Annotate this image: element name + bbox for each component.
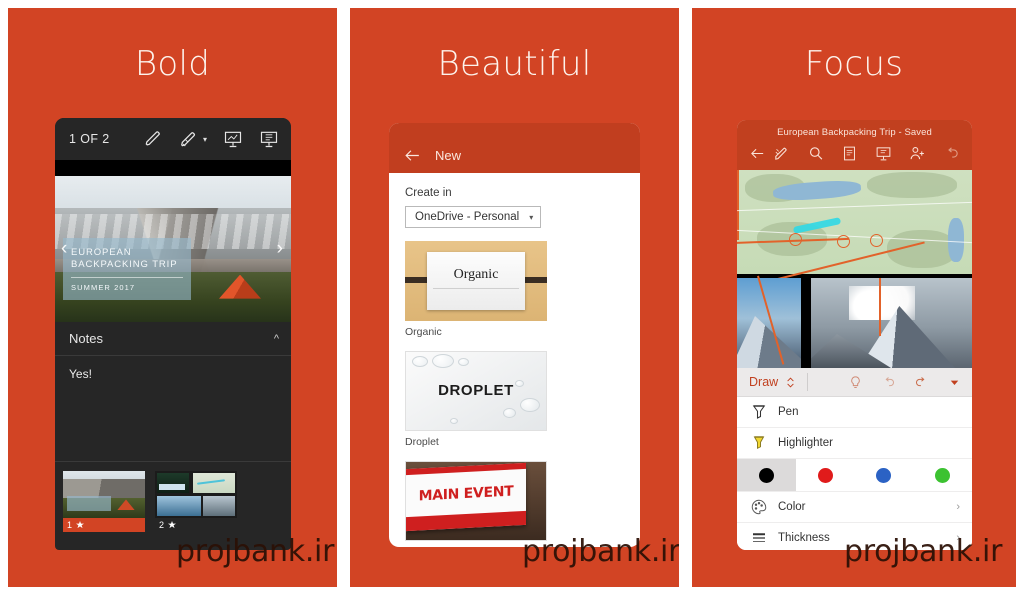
draw-pen-icon[interactable] — [773, 145, 790, 162]
lightbulb-icon[interactable] — [848, 375, 863, 390]
slide-title-line-2: BACKPACKING TRIP — [71, 259, 178, 270]
chevron-right-icon[interactable]: › — [956, 501, 960, 513]
slide-map-image — [737, 170, 972, 285]
slide-photo-left — [737, 278, 801, 368]
template-card-organic[interactable]: Organic Organic — [405, 241, 624, 338]
template-name: Organic — [405, 326, 442, 338]
present-icon[interactable] — [875, 145, 892, 162]
watermark-text: projbank.ir — [522, 534, 679, 569]
template-preview-text: Organic — [453, 267, 499, 282]
undo-icon[interactable] — [943, 145, 960, 162]
create-in-value: OneDrive - Personal — [415, 211, 520, 223]
slide-canvas[interactable]: EUROPEAN BACKPACKING TRIP SUMMER 2017 ‹ … — [55, 176, 291, 322]
create-in-select[interactable]: OneDrive - Personal ▾ — [405, 206, 542, 228]
chevron-up-icon[interactable]: ^ — [274, 333, 279, 345]
slide-counter: 1 OF 2 — [69, 132, 110, 146]
menu-item-label: Thickness — [778, 532, 830, 544]
template-preview-text: MAIN EVENT — [418, 483, 514, 505]
template-preview-organic: Organic — [405, 241, 547, 321]
thumbnail-number: 2 — [159, 520, 165, 530]
notes-icon[interactable] — [841, 145, 858, 162]
notes-header[interactable]: Notes ^ — [55, 322, 291, 356]
pen-icon[interactable] — [143, 129, 163, 149]
star-icon — [76, 521, 85, 529]
slide-subtitle: SUMMER 2017 — [71, 283, 136, 292]
star-icon — [168, 521, 177, 529]
draw-ribbon: Draw — [737, 368, 972, 397]
undo-icon[interactable] — [881, 375, 896, 390]
title-divider — [71, 277, 183, 278]
color-swatch-blue[interactable] — [855, 459, 914, 491]
highlighter-icon — [750, 434, 768, 452]
pen-tip-icon — [750, 403, 768, 421]
panel-heading-beautiful: Beautiful — [437, 44, 592, 84]
thickness-lines-icon — [750, 529, 768, 547]
slide-title-block: EUROPEAN BACKPACKING TRIP SUMMER 2017 — [63, 238, 191, 300]
device-mockup-orange: European Backpacking Trip - Saved Draw P… — [737, 120, 972, 550]
next-slide-arrow-icon[interactable]: › — [277, 238, 283, 260]
color-swatch-red[interactable] — [796, 459, 855, 491]
menu-item-label: Highlighter — [778, 437, 833, 449]
menu-item-highlighter[interactable]: Highlighter — [737, 428, 972, 459]
panel-heading-bold: Bold — [134, 44, 211, 84]
template-card-droplet[interactable]: DROPLET Droplet — [405, 351, 624, 448]
palette-icon — [750, 498, 768, 516]
ribbon-tab-draw[interactable]: Draw — [749, 375, 778, 389]
slide-thumbnail-2[interactable]: 2 — [155, 471, 237, 532]
document-header: European Backpacking Trip - Saved — [737, 120, 972, 170]
document-title: European Backpacking Trip - Saved — [777, 127, 932, 138]
template-name: Droplet — [405, 436, 439, 448]
slide-toolbar: 1 OF 2 ▾ — [55, 118, 291, 160]
slide-thumbnail-1[interactable]: 1 — [63, 471, 145, 532]
slide-canvas[interactable] — [737, 170, 972, 368]
new-presentation-header: New — [389, 123, 640, 173]
create-in-label: Create in — [405, 187, 452, 199]
color-swatch-black[interactable] — [737, 459, 796, 491]
panel-heading-focus: Focus — [804, 44, 904, 84]
slide-title-line-1: EUROPEAN — [71, 247, 132, 258]
header-title: New — [435, 147, 462, 163]
pen-dropdown-icon[interactable] — [179, 129, 199, 149]
present-from-current-icon[interactable] — [259, 129, 279, 149]
chevron-down-icon[interactable]: ▾ — [529, 213, 533, 222]
redo-icon[interactable] — [914, 375, 929, 390]
notes-body[interactable]: Yes! — [55, 356, 291, 462]
present-icon[interactable] — [223, 129, 243, 149]
slide-photo-right — [811, 278, 972, 368]
menu-item-pen[interactable]: Pen — [737, 397, 972, 428]
template-preview-droplet: DROPLET — [405, 351, 547, 431]
back-arrow-icon[interactable] — [403, 146, 422, 165]
color-swatch-row — [737, 459, 972, 492]
device-mockup-dark: 1 OF 2 ▾ EUROPEAN BACKPACKING TRIP SUMME… — [55, 118, 291, 550]
template-preview-text: DROPLET — [438, 382, 514, 399]
device-mockup-light: New Create in OneDrive - Personal ▾ Orga… — [389, 123, 640, 547]
watermark-text: projbank.ir — [844, 534, 1003, 569]
chevron-down-icon[interactable]: ▾ — [203, 135, 207, 144]
prev-slide-arrow-icon[interactable]: ‹ — [61, 238, 67, 260]
back-arrow-icon[interactable] — [749, 145, 766, 162]
chevron-down-icon[interactable] — [947, 375, 962, 390]
share-person-icon[interactable] — [909, 145, 926, 162]
thumbnail-number: 1 — [67, 520, 73, 530]
screenshot-root: Bold 1 OF 2 ▾ EUROPEAN BACKPACKING TRIP … — [0, 0, 1024, 609]
menu-item-label: Color — [778, 501, 806, 513]
watermark-text: projbank.ir — [176, 534, 335, 569]
menu-item-label: Pen — [778, 406, 799, 418]
promo-panel-beautiful: Beautiful New Create in OneDrive - Perso… — [350, 8, 679, 587]
promo-panel-bold: Bold 1 OF 2 ▾ EUROPEAN BACKPACKING TRIP … — [8, 8, 337, 587]
menu-item-color[interactable]: Color › — [737, 492, 972, 523]
up-down-chevron-icon[interactable] — [785, 376, 796, 389]
promo-panel-focus: Focus European Backpacking Trip - Saved — [692, 8, 1016, 587]
template-preview-main-event: MAIN EVENT — [405, 461, 547, 541]
slide-thumbnail-strip: 1 2 — [55, 462, 291, 541]
letterbox-bar — [55, 160, 291, 176]
notes-label: Notes — [69, 331, 103, 346]
search-icon[interactable] — [807, 145, 824, 162]
color-swatch-green[interactable] — [913, 459, 972, 491]
